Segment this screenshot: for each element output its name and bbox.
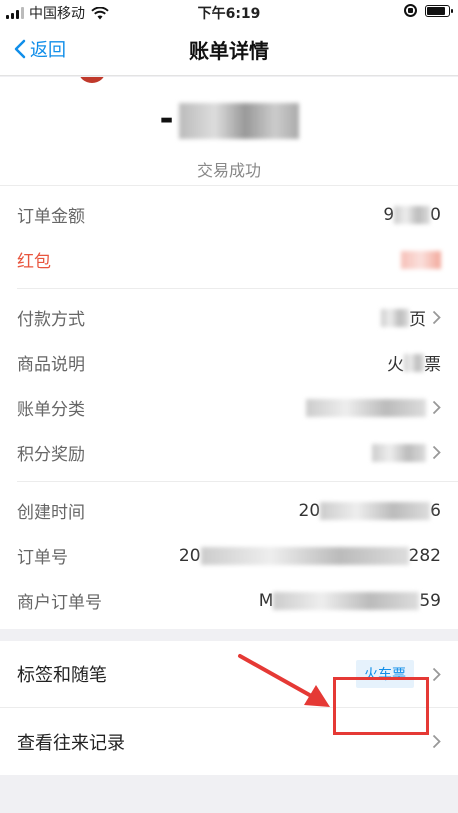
bill-category-label: 账单分类	[17, 400, 85, 420]
chevron-right-icon	[432, 445, 441, 460]
product-desc-row: 商品说明 火票	[0, 340, 458, 385]
bill-category-row[interactable]: 账单分类	[0, 385, 458, 430]
created-time-row: 创建时间 20 6	[0, 488, 458, 533]
order-info-group: 创建时间 20 6 订单号 20 282 商户订单号 M 59	[0, 482, 458, 629]
amount-group: 订单金额 90 红包	[0, 186, 458, 288]
payment-method-value: 页	[381, 305, 441, 330]
product-desc-value: 火票	[387, 353, 441, 375]
clock: 下午6:19	[197, 6, 261, 22]
amount-redacted	[178, 102, 299, 139]
payment-group: 付款方式 页 商品说明 火票 账单分类 积分奖励	[0, 289, 458, 481]
points-reward-label: 积分奖励	[17, 445, 85, 465]
highlight-box	[333, 677, 429, 735]
created-time-value: 20 6	[298, 500, 441, 521]
orientation-lock-icon	[404, 4, 417, 17]
amount-prefix: -	[159, 99, 175, 139]
order-number-value: 20 282	[178, 545, 441, 566]
summary-section: - 交易成功	[0, 77, 458, 186]
chevron-right-icon	[432, 734, 441, 749]
annotation-arrow-icon	[238, 654, 330, 707]
order-amount-label: 订单金额	[17, 207, 85, 227]
order-amount-row: 订单金额 90	[0, 192, 458, 237]
red-packet-label: 红包	[17, 252, 51, 272]
red-packet-row: 红包	[0, 237, 458, 282]
merchant-order-label: 商户订单号	[17, 593, 102, 613]
page-title: 账单详情	[189, 39, 269, 63]
chevron-right-icon	[432, 310, 441, 325]
red-packet-value	[401, 250, 441, 269]
payment-method-row[interactable]: 付款方式 页	[0, 295, 458, 340]
battery-icon	[425, 4, 453, 17]
chevron-right-icon	[432, 667, 441, 681]
status-bar: 中国移动 下午6:19	[0, 0, 458, 24]
merchant-order-row: 商户订单号 M 59	[0, 578, 458, 623]
points-reward-row[interactable]: 积分奖励	[0, 430, 458, 475]
created-time-label: 创建时间	[17, 503, 85, 523]
order-amount-value: 90	[383, 204, 441, 225]
points-reward-value	[372, 443, 441, 462]
status-right	[404, 4, 453, 17]
merchant-order-value: M 59	[258, 590, 441, 611]
payment-method-label: 付款方式	[17, 310, 85, 330]
bill-category-value	[306, 398, 441, 417]
order-number-row: 订单号 20 282	[0, 533, 458, 578]
order-number-label: 订单号	[17, 548, 68, 568]
merchant-avatar	[79, 77, 105, 83]
chevron-right-icon	[432, 400, 441, 415]
detail-card: - 交易成功 订单金额 90 红包 付款方式 页 商品说明 火 票 账单分类 积…	[0, 77, 458, 629]
amount: -	[0, 99, 458, 139]
product-desc-label: 商品说明	[17, 355, 85, 375]
navigation-bar: 返回 账单详情	[0, 24, 458, 76]
transaction-status: 交易成功	[196, 161, 261, 180]
